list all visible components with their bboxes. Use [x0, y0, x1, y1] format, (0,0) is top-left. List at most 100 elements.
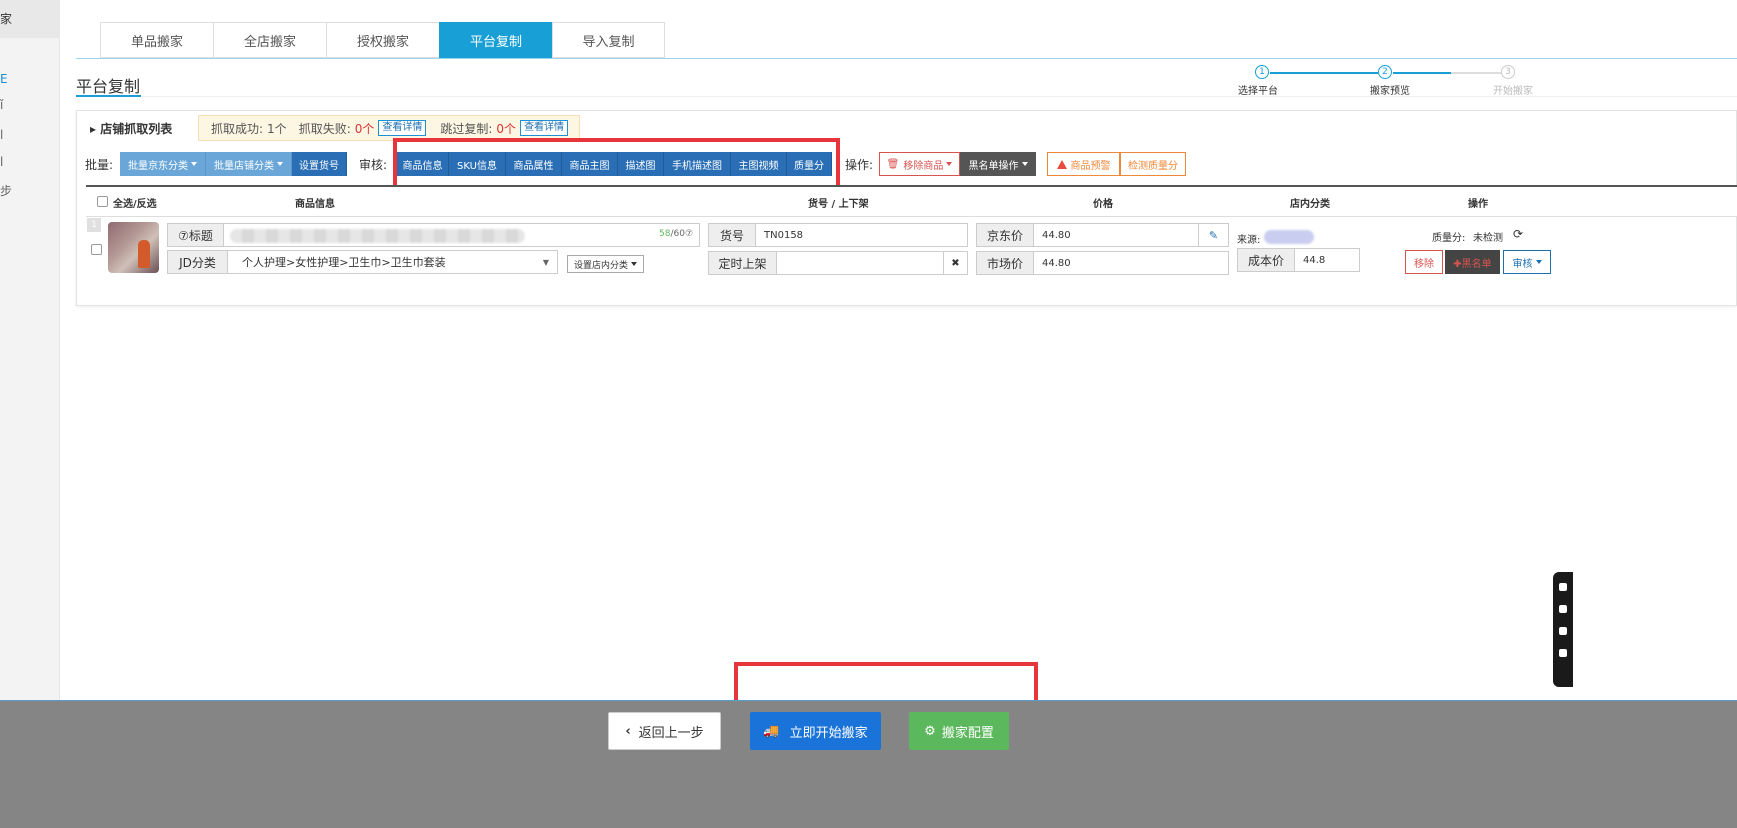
tab-single-move[interactable]: 单品搬家 [100, 22, 213, 58]
chevron-left-icon: ‹ [625, 723, 631, 739]
chevron-down-icon [946, 162, 953, 166]
skip-detail-button[interactable]: 查看详情 [520, 120, 569, 136]
remove-button[interactable]: 移除 [1405, 250, 1443, 274]
audit-main-video-button[interactable]: 主图视频 [731, 152, 787, 176]
batch-jd-category-button[interactable]: 批量京东分类 [120, 152, 206, 176]
sidebar-item-3[interactable]: l [0, 128, 3, 142]
quality-label: 质量分: [1432, 233, 1466, 244]
grab-status-bar: 抓取成功: 1个 抓取失败: 0个 查看详情 跳过复制: 0个 查看详情 [198, 115, 580, 141]
shelf-addon: 定时上架 [709, 252, 777, 274]
arrow-icon[interactable] [1559, 649, 1567, 657]
audit-sku-info-button[interactable]: SKU信息 [449, 152, 506, 176]
audit-goods-info-button[interactable]: 商品信息 [397, 152, 449, 176]
select-all-checkbox[interactable] [97, 196, 108, 207]
title-counter: 58/60⑦ [659, 229, 694, 239]
move-config-button[interactable]: ⚙ 搬家配置 [909, 712, 1009, 750]
title-addon: ⑦标题 [168, 224, 224, 246]
step-line-1 [1270, 72, 1378, 74]
row-index: 1 [87, 218, 101, 232]
sidebar-item-1[interactable]: E [0, 72, 8, 86]
tab-whole-shop-move[interactable]: 全店搬家 [213, 22, 326, 58]
success-count: 1个 [267, 121, 287, 136]
truck-icon: 🚚 [763, 723, 780, 739]
market-price-addon: 市场价 [977, 252, 1034, 274]
market-price-value: 44.80 [1042, 257, 1071, 269]
header-price: 价格 [1093, 199, 1113, 210]
set-shop-category-button[interactable]: 设置店内分类 [567, 255, 644, 273]
step-1-label: 选择平台 [1238, 86, 1278, 97]
chevron-down-icon [631, 262, 637, 266]
cost-price-value: 44.8 [1303, 254, 1326, 266]
jd-price-addon: 京东价 [977, 224, 1034, 246]
chat-icon[interactable] [1559, 583, 1567, 591]
sku-field[interactable]: 货号 TN0158 [708, 223, 968, 247]
audit-desc-image-button[interactable]: 描述图 [618, 152, 664, 176]
audit-main-image-button[interactable]: 商品主图 [562, 152, 618, 176]
check-quality-button[interactable]: 检测质量分 [1120, 152, 1186, 176]
skip-count: 0个 [496, 121, 517, 136]
scheduled-shelf-field[interactable]: 定时上架 ✖ [708, 251, 968, 275]
step-2-label: 搬家预览 [1370, 86, 1410, 97]
product-thumbnail[interactable] [108, 222, 159, 273]
sidebar-item-2[interactable]: ǐ [0, 98, 3, 112]
audit-mobile-desc-button[interactable]: 手机描述图 [664, 152, 731, 176]
tab-authorized-move[interactable]: 授权搬家 [326, 22, 439, 58]
sku-value: TN0158 [764, 229, 804, 241]
jd-price-value: 44.80 [1042, 229, 1071, 241]
audit-button[interactable]: 审核 [1503, 250, 1551, 274]
tab-bar: 单品搬家 全店搬家 授权搬家 平台复制 导入复制 [100, 22, 665, 58]
remove-goods-button[interactable]: 🗑 移除商品 [879, 152, 960, 176]
jd-category-addon: JD分类 [168, 251, 228, 273]
jd-category-value: 个人护理>女性护理>卫生巾>卫生巾套装 [242, 256, 446, 269]
step-3-circle: 3 [1501, 65, 1515, 79]
sidebar-item-5[interactable]: 步 [0, 182, 12, 199]
jd-category-select[interactable]: JD分类 个人护理>女性护理>卫生巾>卫生巾套装 ▼ [167, 250, 558, 274]
header-shop-category: 店内分类 [1290, 199, 1330, 210]
audit-goods-attr-button[interactable]: 商品属性 [506, 152, 562, 176]
batch-label: 批量: [85, 158, 114, 172]
page-title-underline [76, 95, 141, 97]
tab-import-copy[interactable]: 导入复制 [552, 22, 665, 58]
tabs-divider [76, 58, 1737, 59]
header-operations: 操作 [1468, 199, 1488, 210]
jd-price-field[interactable]: 京东价 44.80 ✎ [976, 223, 1229, 247]
step-3-label: 开始搬家 [1493, 86, 1533, 97]
blacklist-operation-button[interactable]: 黑名单操作 [960, 152, 1036, 176]
title-blurred-text [230, 229, 525, 243]
batch-shop-category-button[interactable]: 批量店铺分类 [206, 152, 292, 176]
fail-count: 0个 [354, 121, 375, 136]
product-figure [138, 240, 150, 268]
message-icon[interactable] [1559, 627, 1567, 635]
audit-label: 审核: [359, 158, 388, 172]
sidebar-item-4[interactable]: l [0, 155, 3, 169]
quality-value: 未检测 [1473, 233, 1503, 244]
row-checkbox[interactable] [91, 244, 102, 255]
step-line-2 [1393, 72, 1451, 74]
page-title: 平台复制 [76, 77, 141, 96]
sku-addon: 货号 [709, 224, 756, 246]
start-move-button[interactable]: 🚚 立即开始搬家 [750, 712, 881, 750]
warning-icon [1056, 159, 1067, 169]
refresh-icon[interactable]: ⟳ [1513, 227, 1523, 241]
step-1-circle: 1 [1255, 65, 1269, 79]
header-goods-info: 商品信息 [295, 199, 335, 210]
tab-platform-copy[interactable]: 平台复制 [439, 22, 552, 58]
chevron-down-icon [1021, 162, 1028, 166]
source-label: 来源: [1237, 235, 1261, 246]
list-title[interactable]: ▸ 店铺抓取列表 [90, 120, 172, 137]
blacklist-button[interactable]: ✚黑名单 [1445, 250, 1500, 274]
operation-label: 操作: [845, 158, 874, 172]
edit-icon[interactable]: ✎ [1198, 224, 1228, 246]
audit-quality-button[interactable]: 质量分 [787, 152, 832, 176]
cost-price-addon: 成本价 [1238, 249, 1295, 271]
chevron-down-icon [1535, 260, 1542, 264]
clear-icon[interactable]: ✖ [943, 252, 967, 274]
goods-warning-button[interactable]: 商品预警 [1047, 152, 1120, 176]
home-icon[interactable] [1559, 605, 1567, 613]
back-button[interactable]: ‹ 返回上一步 [608, 712, 721, 750]
set-sku-button[interactable]: 设置货号 [292, 152, 347, 176]
fail-detail-button[interactable]: 查看详情 [378, 120, 427, 136]
cost-price-field[interactable]: 成本价 44.8 [1237, 248, 1360, 272]
sidebar-header: 家 [0, 0, 60, 38]
market-price-field[interactable]: 市场价 44.80 [976, 251, 1229, 275]
